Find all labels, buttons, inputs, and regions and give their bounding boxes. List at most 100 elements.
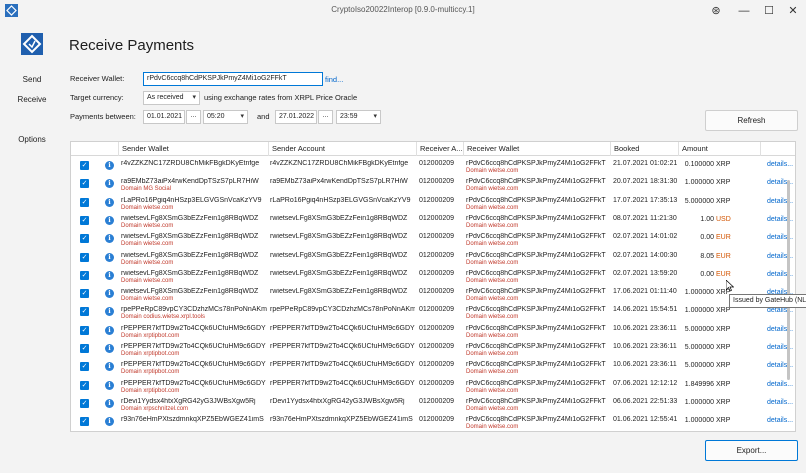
sender-account: rwietsevLFg8XSmG3bEZzFein1g8RBqWDZ [270, 233, 408, 241]
receiver-wallet: rPdvC6ccq8hCdPKSPJkPmyZ4Mi1oG2FFkT [466, 233, 606, 241]
row-checkbox[interactable]: ✓ [80, 398, 89, 408]
table-header: Sender Wallet Sender Account Receiver A.… [71, 142, 795, 156]
row-checkbox[interactable]: ✓ [80, 234, 89, 244]
table-row[interactable]: ✓ i ra9EMbZ73aiPx4rwKendDpTSzS7pLR7HiW Doma… [71, 176, 795, 195]
table-row[interactable]: ✓ i rPEPPER7kfTD9w2To4CQk6UCfuHM9c6GDY Doma… [71, 341, 795, 360]
close-icon[interactable]: ✕ [781, 2, 805, 19]
header-booked[interactable]: Booked [611, 142, 679, 156]
row-checkbox[interactable]: ✓ [80, 197, 89, 207]
date-to-picker-button[interactable]: ... [318, 110, 333, 124]
amount-currency: XRP [716, 161, 731, 168]
time-to-select[interactable]: 23:59 ▾ [336, 110, 381, 124]
row-checkbox[interactable]: ✓ [80, 325, 89, 335]
receiver-account: 012000209 [419, 361, 455, 369]
sender-wallet: rLaPRo16Pgiq4nHSzp3ELGVGSnVcaKzYV9 [121, 196, 262, 204]
table-row[interactable]: ✓ i rDevi1Yydsx4htxXgRG42yG3JWBsXgw5Rj Doma… [71, 396, 795, 415]
date-to-input[interactable]: 27.01.2022 [275, 110, 317, 124]
refresh-button[interactable]: Refresh [705, 110, 798, 131]
row-checkbox[interactable]: ✓ [80, 252, 89, 262]
sender-domain: Domain codius.wietse.xrpl.tools [121, 314, 206, 321]
row-checkbox[interactable]: ✓ [80, 307, 89, 317]
info-icon[interactable]: i [105, 398, 114, 408]
export-button[interactable]: Export... [705, 440, 798, 461]
header-amount[interactable]: Amount [679, 142, 761, 156]
row-checkbox[interactable]: ✓ [80, 161, 89, 170]
sender-domain: Domain wietse.com [121, 277, 174, 284]
table-row[interactable]: ✓ i rwietsevLFg8XSmG3bEZzFein1g8RBqWDZ Doma… [71, 286, 795, 305]
row-checkbox[interactable]: ✓ [80, 289, 89, 299]
table-row[interactable]: ✓ i rPEPPER7kfTD9w2To4CQk6UCfuHM9c6GDY Doma… [71, 378, 795, 397]
nav-send[interactable]: Send [0, 75, 64, 84]
and-label: and [257, 112, 270, 121]
nav-options[interactable]: Options [0, 135, 64, 144]
target-currency-value: As received [147, 94, 184, 101]
row-checkbox[interactable]: ✓ [80, 270, 89, 280]
table-row[interactable]: ✓ i rwietsevLFg8XSmG3bEZzFein1g8RBqWDZ Doma… [71, 250, 795, 269]
scrollbar-thumb[interactable] [787, 180, 790, 380]
target-currency-select[interactable]: As received ▾ [143, 91, 200, 105]
row-checkbox[interactable]: ✓ [80, 344, 89, 353]
info-icon[interactable]: i [105, 234, 114, 244]
receiver-wallet-input[interactable]: rPdvC6ccq8hCdPKSPJkPmyZ4Mi1oG2FFkT [143, 72, 323, 86]
table-row[interactable]: ✓ i rwietsevLFg8XSmG3bEZzFein1g8RBqWDZ Doma… [71, 231, 795, 250]
receiver-wallet: rPdvC6ccq8hCdPKSPJkPmyZ4Mi1oG2FFkT [466, 251, 606, 259]
info-icon[interactable]: i [105, 362, 114, 372]
sender-domain: Domain xrpschnitzel.com [121, 405, 189, 412]
amount-value: 1.000000 [684, 417, 714, 425]
find-link[interactable]: find... [325, 75, 343, 84]
info-icon[interactable]: i [105, 307, 114, 317]
table-row[interactable]: ✓ i r93n76eHmPXtszdmnkqXPZ5EbWGEZ41imS r93n… [71, 414, 795, 431]
minimize-icon[interactable]: — [732, 2, 756, 19]
header-receiver-wallet[interactable]: Receiver Wallet [464, 142, 611, 156]
info-icon[interactable]: i [105, 252, 114, 262]
amount-value: 0.100000 [684, 161, 714, 168]
amount-currency: XRP [716, 344, 731, 351]
info-icon[interactable]: i [105, 325, 114, 335]
sender-account: rDevi1Yydsx4htxXgRG42yG3JWBsXgw5Rj [270, 397, 405, 405]
table-row[interactable]: ✓ i rwietsevLFg8XSmG3bEZzFein1g8RBqWDZ Doma… [71, 268, 795, 287]
sender-wallet: rPEPPER7kfTD9w2To4CQk6UCfuHM9c6GDY [121, 379, 266, 387]
nav-receive[interactable]: Receive [0, 95, 64, 104]
info-icon[interactable]: i [105, 161, 114, 170]
date-from-picker-button[interactable]: ... [186, 110, 201, 124]
time-from-value: 05:20 [207, 113, 225, 120]
receiver-domain: Domain wietse.com [466, 277, 519, 284]
header-sender-wallet[interactable]: Sender Wallet [119, 142, 269, 156]
sender-wallet: ra9EMbZ73aiPx4rwKendDpTSzS7pLR7HiW [121, 178, 259, 186]
date-from-input[interactable]: 01.01.2021 [143, 110, 185, 124]
table-row[interactable]: ✓ i rPEPPER7kfTD9w2To4CQk6UCfuHM9c6GDY Doma… [71, 323, 795, 342]
header-receiver-account[interactable]: Receiver A... [417, 142, 464, 156]
info-icon[interactable]: i [105, 380, 114, 390]
booked-date: 01.06.2021 12:55:41 [613, 416, 678, 424]
header-sender-account[interactable]: Sender Account [269, 142, 417, 156]
info-icon[interactable]: i [105, 215, 114, 225]
booked-date: 17.07.2021 17:35:13 [613, 196, 678, 204]
row-checkbox[interactable]: ✓ [80, 179, 89, 189]
info-icon[interactable]: i [105, 417, 114, 427]
help-icon[interactable]: ⊛ [704, 2, 728, 19]
row-checkbox[interactable]: ✓ [80, 380, 89, 390]
row-checkbox[interactable]: ✓ [80, 362, 89, 372]
table-row[interactable]: ✓ i rwietsevLFg8XSmG3bEZzFein1g8RBqWDZ Doma… [71, 213, 795, 232]
app-window: CryptoIso20022Interop [0.9.0-multiccy.1]… [0, 0, 806, 473]
row-checkbox[interactable]: ✓ [80, 417, 89, 427]
table-row[interactable]: ✓ i rPEPPER7kfTD9w2To4CQk6UCfuHM9c6GDY Doma… [71, 359, 795, 378]
info-icon[interactable]: i [105, 270, 114, 280]
amount-currency: XRP [716, 325, 731, 333]
receiver-account: 012000209 [419, 178, 455, 186]
info-icon[interactable]: i [105, 344, 114, 353]
table-row[interactable]: ✓ i r4vZZKZNC17ZRDU8ChMikFBgkDKyEtnfge r4vZ… [71, 158, 795, 177]
header-select-column [71, 142, 119, 156]
table-row[interactable]: ✓ i rLaPRo16Pgiq4nHSzp3ELGVGSnVcaKzYV9 Doma… [71, 195, 795, 214]
info-icon[interactable]: i [105, 197, 114, 207]
receiver-domain: Domain wietse.com [466, 351, 519, 357]
amount-currency: XRP [716, 307, 731, 315]
maximize-icon[interactable]: ☐ [757, 2, 781, 19]
time-from-select[interactable]: 05:20 ▾ [203, 110, 248, 124]
receiver-account: 012000209 [419, 233, 455, 241]
info-icon[interactable]: i [105, 289, 114, 299]
row-checkbox[interactable]: ✓ [80, 215, 89, 225]
table-row[interactable]: ✓ i rpePPeRpC89vpCY3CDzhzMCs78nPoNnAKm Doma… [71, 304, 795, 323]
info-icon[interactable]: i [105, 179, 114, 189]
sender-account: rwietsevLFg8XSmG3bEZzFein1g8RBqWDZ [270, 251, 408, 259]
